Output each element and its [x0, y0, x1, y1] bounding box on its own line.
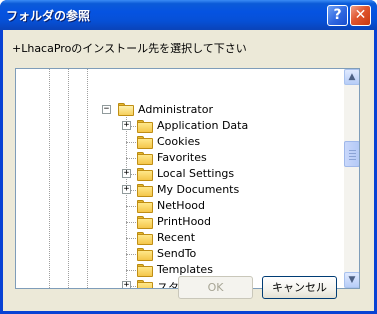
tree-guide-line — [68, 69, 69, 288]
tree-node-label: NetHood — [157, 199, 206, 212]
folder-icon — [137, 200, 153, 213]
tree-guide-line — [87, 69, 88, 288]
folder-icon — [137, 280, 153, 288]
tree-guide-line — [126, 206, 136, 207]
browse-folder-dialog: フォルダの参照 ? ✕ +LhacaProのインストール先を選択して下さい − … — [0, 0, 377, 314]
folder-icon — [137, 152, 153, 165]
expand-toggle[interactable]: + — [122, 169, 131, 178]
folder-icon — [137, 184, 153, 197]
cancel-button[interactable]: キャンセル — [262, 276, 337, 299]
folder-icon — [137, 216, 153, 229]
tree-node-label: Administrator — [138, 103, 213, 116]
folder-icon — [137, 264, 153, 277]
window-title: フォルダの参照 — [6, 9, 91, 23]
dialog-client-area: +LhacaProのインストール先を選択して下さい − Administrato… — [3, 30, 374, 311]
tree-node-label: Application Data — [157, 119, 249, 132]
tree-guide-line — [126, 238, 136, 239]
folder-icon — [137, 136, 153, 149]
help-button[interactable]: ? — [327, 5, 348, 26]
folder-open-icon — [118, 103, 134, 116]
tree-guide-line — [49, 69, 50, 288]
tree-guide-line — [126, 142, 136, 143]
tree-node-label: Local Settings — [157, 167, 235, 180]
scroll-thumb[interactable] — [344, 141, 359, 167]
tree-node-label: Favorites — [157, 151, 207, 164]
folder-icon — [137, 168, 153, 181]
tree-node-label: My Documents — [157, 183, 240, 196]
folder-icon — [137, 120, 153, 133]
tree-node-label: SendTo — [157, 247, 197, 260]
tree-guide-line — [126, 115, 127, 288]
ok-button[interactable]: OK — [178, 276, 253, 299]
collapse-toggle[interactable]: − — [102, 105, 111, 114]
close-button[interactable]: ✕ — [350, 5, 371, 26]
tree-guide-line — [126, 270, 136, 271]
tree-guide-line — [126, 158, 136, 159]
tree-node-label: Cookies — [157, 135, 201, 148]
instruction-text: +LhacaProのインストール先を選択して下さい — [12, 42, 247, 55]
expand-toggle[interactable]: + — [122, 281, 131, 288]
tree-guide-line — [126, 222, 136, 223]
vertical-scrollbar[interactable]: ▲ ▼ — [344, 69, 359, 288]
scroll-up-button[interactable]: ▲ — [344, 69, 359, 85]
expand-toggle[interactable]: + — [122, 185, 131, 194]
tree-guide-line — [126, 254, 136, 255]
tree-node-label: Recent — [157, 231, 196, 244]
expand-toggle[interactable]: + — [122, 121, 131, 130]
folder-icon — [137, 248, 153, 261]
folder-icon — [137, 232, 153, 245]
tree-node-label: Templates — [157, 263, 213, 276]
scroll-down-button[interactable]: ▼ — [344, 272, 359, 288]
tree-node-label: PrintHood — [157, 215, 212, 228]
title-bar[interactable]: フォルダの参照 ? ✕ — [0, 0, 377, 30]
folder-tree[interactable]: − Administrator + Application Data Cookies… — [15, 68, 360, 289]
